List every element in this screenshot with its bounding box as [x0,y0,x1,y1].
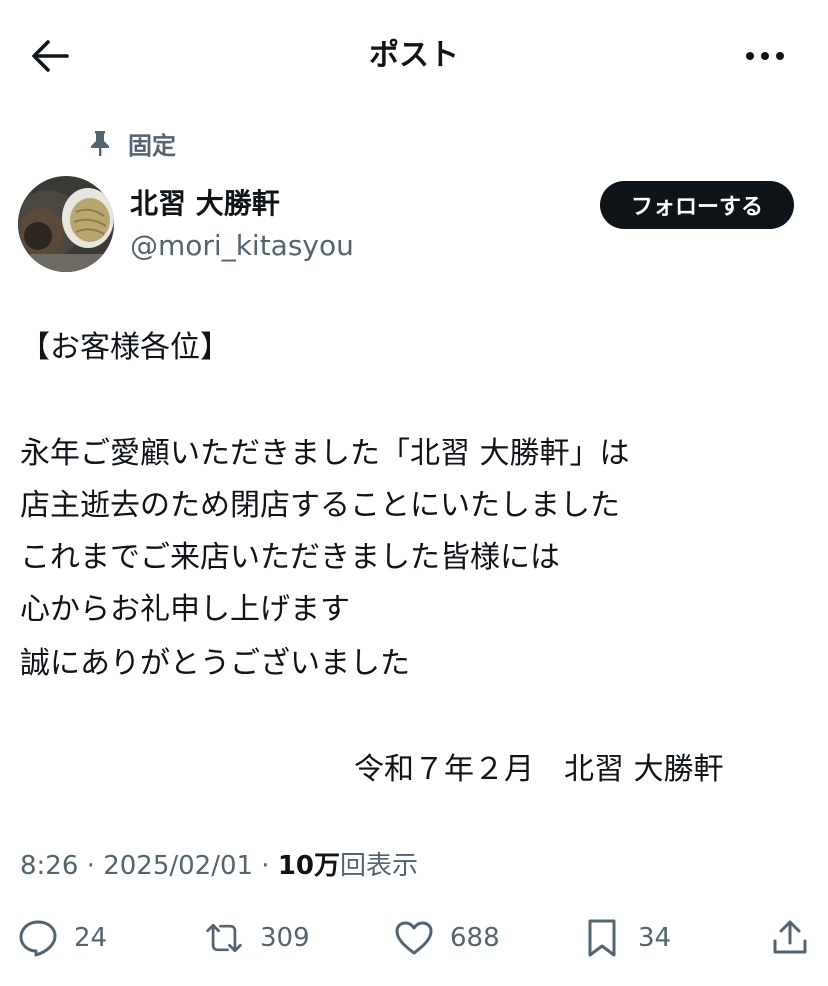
reply-icon [18,918,58,958]
post-signature: 令和７年２月 北習 大勝軒 [354,752,724,787]
post-metadata: 8:26 · 2025/02/01 · 10万回表示 [20,848,418,884]
post-time[interactable]: 8:26 [20,851,78,881]
share-button[interactable] [770,910,810,966]
meta-separator: · [78,851,104,881]
post-line: 心からお礼申し上げます [20,592,350,627]
post-date[interactable]: 2025/02/01 [103,851,253,881]
more-horizontal-icon [746,52,784,60]
bookmark-count: 34 [638,923,672,953]
pinned-indicator: 固定 [88,126,176,160]
avatar[interactable] [18,176,114,272]
repost-icon [204,918,244,958]
post-line: 誠にありがとうございました [20,646,410,681]
pinned-label: 固定 [128,131,176,160]
post-line: 店主逝去のため閉店することにいたしました [20,488,620,523]
author-handle[interactable]: @mori_kitasyou [130,226,354,266]
like-count: 688 [450,923,500,953]
more-options-button[interactable] [740,38,790,74]
views-label: 回表示 [340,851,419,881]
action-bar: 24 309 688 34 [0,910,828,966]
repost-button[interactable]: 309 [204,910,310,966]
repost-count: 309 [260,923,310,953]
author-display-name[interactable]: 北習 大勝軒 [130,184,280,224]
reply-count: 24 [74,923,108,953]
views-count: 10万 [277,851,341,881]
bookmark-button[interactable]: 34 [582,910,671,966]
top-bar: ポスト [0,0,828,110]
share-icon [770,918,810,958]
pin-icon [88,128,112,158]
post-line: 永年ご愛顧いただきました「北習 大勝軒」は [20,436,630,471]
page-title: ポスト [369,38,459,73]
like-button[interactable]: 688 [394,910,500,966]
heart-icon [394,918,434,958]
reply-button[interactable]: 24 [18,910,107,966]
bookmark-icon [582,918,622,958]
meta-separator: · [253,851,278,881]
follow-button[interactable]: フォローする [600,181,794,229]
post-line: これまでご来店いただきました皆様には [20,540,560,575]
post-line: 【お客様各位】 [20,330,230,365]
